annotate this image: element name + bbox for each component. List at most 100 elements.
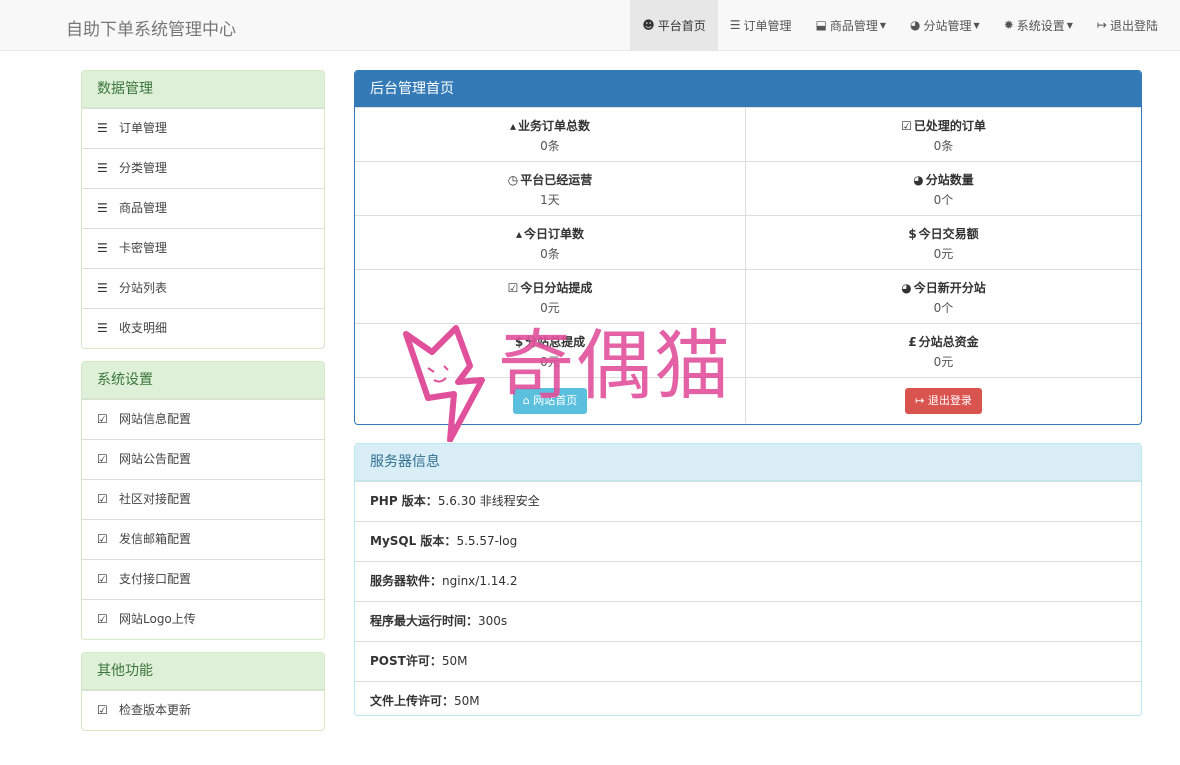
server-row-software: 服务器软件：nginx/1.14.2 xyxy=(355,561,1141,601)
drop-icon: ▴ xyxy=(509,119,516,133)
edit-icon: ☑ xyxy=(97,703,108,717)
nav-logout[interactable]: ↦ 退出登陆 xyxy=(1085,0,1170,50)
brand-title[interactable]: 自助下单系统管理中心 xyxy=(66,15,236,40)
system-settings-panel: 系统设置 ☑ 网站信息配置 ☑ 网站公告配置 ☑ 社区对接配置 ☑ 发信邮箱配置 ☑ 支付… xyxy=(81,361,325,640)
stat-value: 0条 xyxy=(933,139,954,153)
chevron-down-icon: ▼ xyxy=(973,20,980,30)
logout-icon: ↦ xyxy=(915,393,925,407)
sidebar-item-categories[interactable]: ☰ 分类管理 xyxy=(82,148,324,188)
logout-button[interactable]: ↦ 退出登录 xyxy=(905,387,982,414)
check-square-icon: ☑ xyxy=(901,119,912,133)
gear-icon: ✹ xyxy=(1003,18,1014,32)
sidebar-item-community[interactable]: ☑ 社区对接配置 xyxy=(82,479,324,519)
sidebar-item-cards[interactable]: ☰ 卡密管理 xyxy=(82,228,324,268)
sidebar-item-mail[interactable]: ☑ 发信邮箱配置 xyxy=(82,519,324,559)
list-icon: ☰ xyxy=(97,121,108,135)
edit-icon: ☑ xyxy=(97,412,108,426)
sidebar-item-substations[interactable]: ☰ 分站列表 xyxy=(82,268,324,308)
nav-products-label: 商品管理 xyxy=(829,18,878,33)
nav-orders-label: 订单管理 xyxy=(743,18,792,33)
nav-settings[interactable]: ✹ 系统设置 ▼ xyxy=(992,0,1085,50)
stat-today-revenue: $ 今日交易额 0元 xyxy=(746,215,1141,269)
list-icon: ☰ xyxy=(97,281,108,295)
sidebar-item-logo[interactable]: ☑ 网站Logo上传 xyxy=(82,599,324,639)
dollar-icon: $ xyxy=(908,227,917,241)
stat-value: 0元 xyxy=(933,355,954,369)
list-icon: ☰ xyxy=(729,18,741,32)
nav-settings-label: 系统设置 xyxy=(1016,18,1065,33)
sidebar-item-products[interactable]: ☰ 商品管理 xyxy=(82,188,324,228)
edit-icon: ☑ xyxy=(97,612,108,626)
chevron-down-icon: ▼ xyxy=(879,20,887,30)
edit-icon: ☑ xyxy=(97,452,108,466)
stat-value: 0个 xyxy=(933,301,954,315)
sidebar-item-payment[interactable]: ☑ 支付接口配置 xyxy=(82,559,324,599)
check-square-icon: ☑ xyxy=(507,281,519,295)
top-navbar: 自助下单系统管理中心 ☻ 平台首页 ☰ 订单管理 ⬓ 商品管理 ▼ ◕ 分站管理… xyxy=(0,0,1180,51)
panel-title: 其他功能 xyxy=(82,653,324,690)
stat-total-funds: £ 分站总资金 0元 xyxy=(746,323,1141,377)
edit-icon: ☑ xyxy=(97,532,108,546)
stat-processed-orders: ☑ 已处理的订单 0条 xyxy=(746,107,1141,161)
globe-icon: ◕ xyxy=(913,173,924,187)
list-icon: ☰ xyxy=(97,201,108,215)
stat-today-orders: ▴ 今日订单数 0条 xyxy=(355,215,746,269)
sidebar-item-orders[interactable]: ☰ 订单管理 xyxy=(82,108,324,148)
list-icon: ☰ xyxy=(97,321,108,335)
stat-value: 0个 xyxy=(933,193,954,207)
nav-orders[interactable]: ☰ 订单管理 xyxy=(718,0,804,50)
sidebar-item-announcement[interactable]: ☑ 网站公告配置 xyxy=(82,439,324,479)
stat-value: 0元 xyxy=(540,301,560,315)
stat-uptime: ◷ 平台已经运营 1天 xyxy=(355,161,746,215)
sidebar-item-site-info[interactable]: ☑ 网站信息配置 xyxy=(82,399,324,439)
panel-title: 服务器信息 xyxy=(355,444,1141,481)
home-icon: ⌂ xyxy=(522,393,530,407)
action-row: ⌂ 网站首页 ↦ 退出登录 xyxy=(355,377,1141,423)
stat-today-new-substations: ◕ 今日新开分站 0个 xyxy=(746,269,1141,323)
logout-icon: ↦ xyxy=(1096,18,1107,32)
sidebar-item-check-update[interactable]: ☑ 检查版本更新 xyxy=(82,690,324,730)
edit-icon: ☑ xyxy=(97,492,108,506)
sidebar-item-ledger[interactable]: ☰ 收支明细 xyxy=(82,308,324,348)
server-row-max-time: 程序最大运行时间：300s xyxy=(355,601,1141,641)
stat-today-commission: ☑ 今日分站提成 0元 xyxy=(355,269,746,323)
globe-icon: ◕ xyxy=(910,18,921,32)
server-row-upload: 文件上传许可：50M xyxy=(355,681,1141,721)
server-info-panel: 服务器信息 PHP 版本：5.6.30 非线程安全 MySQL 版本：5.5.5… xyxy=(354,443,1142,716)
stat-value: 0条 xyxy=(540,139,560,153)
nav-substations-label: 分站管理 xyxy=(923,18,972,33)
user-icon: ☻ xyxy=(642,18,655,32)
clock-icon: ◷ xyxy=(507,173,519,187)
edit-icon: ☑ xyxy=(97,572,108,586)
list-icon: ☰ xyxy=(97,161,108,175)
nav-home[interactable]: ☻ 平台首页 xyxy=(630,0,718,50)
drop-icon: ▴ xyxy=(515,227,522,241)
pound-icon: £ xyxy=(908,335,917,349)
nav-substations[interactable]: ◕ 分站管理 ▼ xyxy=(898,0,992,50)
list-icon: ☰ xyxy=(97,241,108,255)
admin-home-panel: 后台管理首页 ▴ 业务订单总数 0条 ☑ 已处理的订单 0条 ◷ 平台已经运营 1天 … xyxy=(354,70,1142,425)
stat-value: 0条 xyxy=(540,247,560,261)
chevron-down-icon: ▼ xyxy=(1066,20,1073,30)
globe-icon: ◕ xyxy=(901,281,912,295)
stat-value: 0元 xyxy=(933,247,954,261)
nav-products[interactable]: ⬓ 商品管理 ▼ xyxy=(804,0,899,50)
panel-title: 后台管理首页 xyxy=(355,71,1141,107)
panel-title: 系统设置 xyxy=(82,362,324,399)
server-row-mysql: MySQL 版本：5.5.57-log xyxy=(355,521,1141,561)
data-management-panel: 数据管理 ☰ 订单管理 ☰ 分类管理 ☰ 商品管理 ☰ 卡密管理 ☰ 分站列表 ☰ 收支明细 xyxy=(81,70,325,349)
stat-value: 1天 xyxy=(540,193,560,207)
cart-icon: ⬓ xyxy=(815,18,827,32)
server-row-post: POST许可：50M xyxy=(355,641,1141,681)
panel-title: 数据管理 xyxy=(82,71,324,108)
server-row-php: PHP 版本：5.6.30 非线程安全 xyxy=(355,481,1141,521)
stat-substation-count: ◕ 分站数量 0个 xyxy=(746,161,1141,215)
nav-home-label: 平台首页 xyxy=(657,18,706,33)
home-button[interactable]: ⌂ 网站首页 xyxy=(512,387,588,414)
stats-grid: ▴ 业务订单总数 0条 ☑ 已处理的订单 0条 ◷ 平台已经运营 1天 ◕ 分站数量 0… xyxy=(355,107,1141,377)
other-functions-panel: 其他功能 ☑ 检查版本更新 xyxy=(81,652,325,731)
main-nav: ☻ 平台首页 ☰ 订单管理 ⬓ 商品管理 ▼ ◕ 分站管理 ▼ ✹ 系统设置 ▼… xyxy=(630,0,1170,50)
stat-total-orders: ▴ 业务订单总数 0条 xyxy=(355,107,746,161)
nav-logout-label: 退出登陆 xyxy=(1109,18,1158,33)
dollar-icon: $ xyxy=(514,335,524,349)
